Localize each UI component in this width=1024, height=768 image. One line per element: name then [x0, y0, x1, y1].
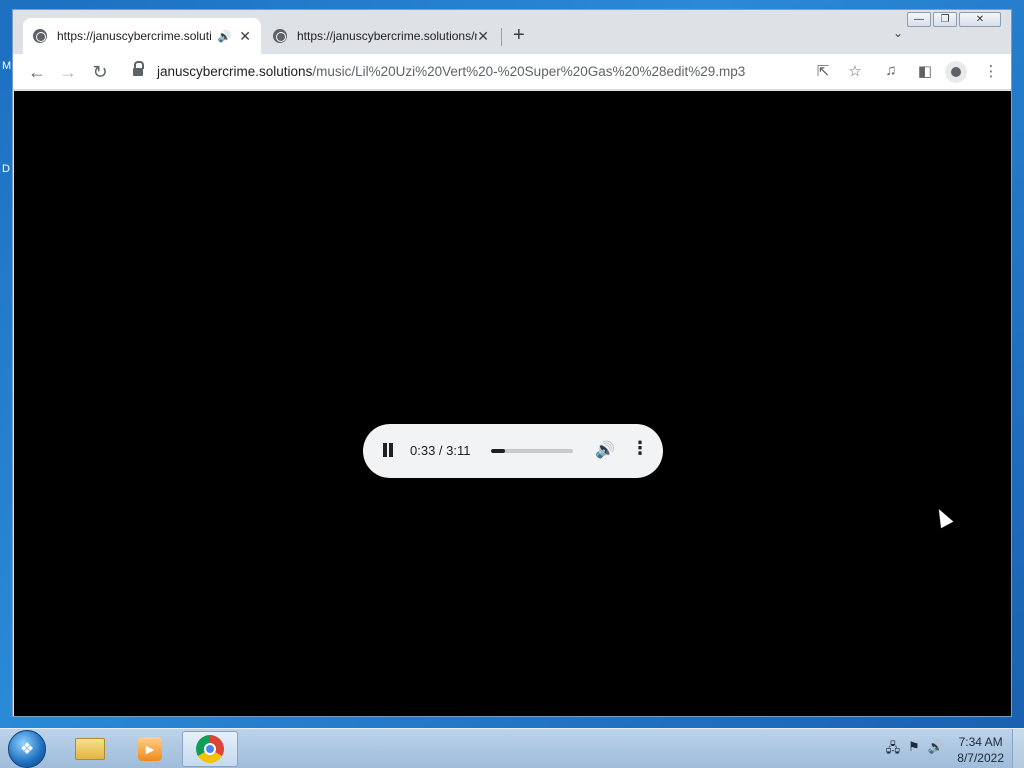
clock[interactable]: 7:34 AM 8/7/2022: [957, 734, 1004, 766]
taskbar-explorer[interactable]: [62, 731, 118, 767]
audio-playing-icon[interactable]: 🔊: [218, 30, 232, 43]
playback-time: 0:33 / 3:11: [410, 443, 471, 458]
desktop-icon-label-m[interactable]: M: [2, 60, 11, 72]
media-controls-icon[interactable]: ♫: [881, 62, 901, 79]
desktop-icon-label-d[interactable]: D: [2, 163, 10, 175]
folder-icon: [75, 738, 105, 760]
browser-window: — ❐ ✕ https://januscybercrime.solutions/…: [12, 9, 1012, 717]
lock-icon[interactable]: [133, 61, 144, 78]
start-button[interactable]: ❖: [8, 730, 46, 768]
chrome-icon: [196, 735, 224, 763]
clock-date: 8/7/2022: [957, 751, 1004, 765]
media-player-icon: ▶: [138, 737, 162, 761]
tab-active[interactable]: https://januscybercrime.solutions/music/…: [23, 18, 261, 54]
bookmark-star-icon[interactable]: ☆: [845, 62, 865, 80]
pause-icon[interactable]: [382, 443, 394, 457]
desktop-edge: M D: [0, 0, 12, 728]
side-panel-icon[interactable]: ◧: [915, 62, 935, 80]
action-center-flag-icon[interactable]: ⚑: [908, 739, 920, 761]
browser-toolbar: ← → ↻ januscybercrime.solutions/music/Li…: [13, 54, 1011, 90]
tab-inactive[interactable]: https://januscybercrime.solutions/music/…: [263, 18, 499, 54]
seek-bar[interactable]: [491, 449, 573, 453]
new-tab-button[interactable]: +: [513, 24, 525, 46]
volume-icon[interactable]: 🔊: [595, 440, 615, 460]
system-tray: 🖧 ⚑ 🔊: [886, 739, 944, 761]
tab-separator: [501, 28, 502, 46]
clock-time: 7:34 AM: [958, 735, 1003, 749]
address-bar[interactable]: januscybercrime.solutions/music/Lil%20Uz…: [157, 64, 745, 79]
audio-player: 0:33 / 3:11 🔊 ⋮: [363, 424, 663, 478]
speaker-icon[interactable]: 🔊: [928, 739, 944, 761]
globe-icon: [273, 29, 287, 43]
tab-title: https://januscybercrime.solutions/music/…: [297, 29, 477, 43]
show-desktop-button[interactable]: [1012, 729, 1024, 768]
taskbar: ❖ ▶ 🖧 ⚑ 🔊 7:34 AM 8/7/2022: [0, 728, 1024, 768]
browser-menu-icon[interactable]: ⋮: [981, 62, 1001, 80]
forward-arrow-icon[interactable]: →: [56, 60, 80, 84]
reload-icon[interactable]: ↻: [88, 60, 112, 84]
share-icon[interactable]: ⇱: [813, 62, 833, 80]
tab-strip: https://januscybercrime.solutions/music/…: [13, 10, 1011, 54]
player-menu-icon[interactable]: ⋮: [631, 438, 649, 459]
close-tab-icon[interactable]: ✕: [239, 28, 251, 45]
globe-icon: [33, 29, 47, 43]
tab-title: https://januscybercrime.solutions/music/…: [57, 29, 212, 43]
media-viewer: 0:33 / 3:11 🔊 ⋮: [14, 91, 1011, 716]
back-arrow-icon[interactable]: ←: [25, 60, 49, 84]
seek-bar-progress: [491, 449, 505, 453]
url-host: januscybercrime.solutions: [157, 64, 313, 79]
taskbar-media-player[interactable]: ▶: [122, 731, 178, 767]
network-icon[interactable]: 🖧: [886, 739, 901, 761]
profile-avatar-icon[interactable]: [945, 61, 967, 83]
tab-search-chevron-icon[interactable]: ⌄: [893, 26, 903, 40]
url-path: /music/Lil%20Uzi%20Vert%20-%20Super%20Ga…: [312, 64, 746, 79]
taskbar-chrome[interactable]: [182, 731, 238, 767]
close-tab-icon[interactable]: ✕: [477, 28, 489, 45]
